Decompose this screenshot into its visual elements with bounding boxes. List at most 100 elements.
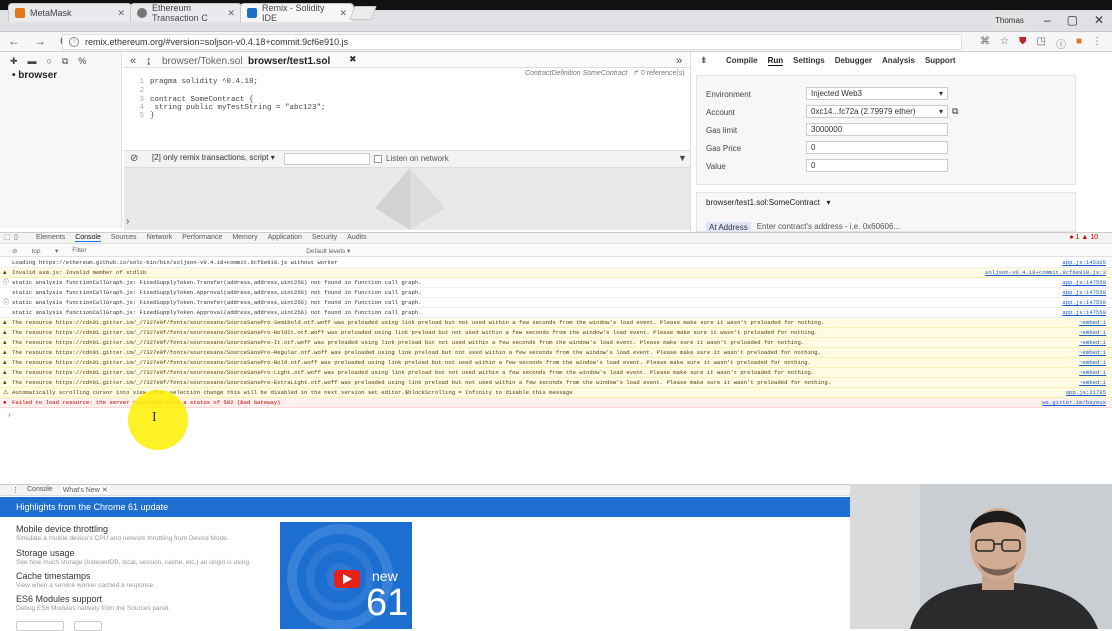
source-link[interactable]: app.js:21785 (1061, 388, 1106, 397)
source-link[interactable]: app.js:147559 (1058, 308, 1106, 317)
close-tab-icon[interactable]: ✕ (117, 8, 125, 19)
clear-console-icon[interactable]: ⊘ (130, 153, 138, 164)
drawer-tab-console[interactable]: Console (27, 486, 53, 494)
source-link[interactable]: app.js:147559 (1058, 298, 1106, 307)
info-icon[interactable]: i (69, 37, 79, 47)
translate-icon[interactable]: ⌘ (980, 36, 990, 51)
console-prompt[interactable]: › (8, 410, 11, 419)
star-icon[interactable]: ☆ (1000, 36, 1009, 51)
source-link[interactable]: soljson-v0.4.18+commit.9cf6e910.js:3 (981, 268, 1106, 277)
gas-price-input[interactable]: 0 (806, 141, 948, 154)
clear-console-icon[interactable]: ⊘ (12, 247, 17, 255)
close-tab-icon[interactable]: ✕ (339, 8, 347, 19)
error-warning-counts[interactable]: ● 1 ▲ 10 (1069, 234, 1098, 241)
devtools-tab-network[interactable]: Network (147, 234, 173, 242)
devtools-tab-audits[interactable]: Audits (347, 234, 366, 242)
copy-address-icon[interactable]: ⧉ (952, 106, 958, 117)
back-button[interactable]: ← (8, 34, 20, 48)
listen-checkbox[interactable] (374, 154, 382, 163)
collapse-terminal-icon[interactable]: ▼ (678, 153, 687, 163)
source-link[interactable]: ~embed:1 (1075, 378, 1106, 387)
browser-tab-metamask[interactable]: MetaMask ✕ (8, 3, 132, 22)
close-button[interactable] (74, 621, 102, 631)
whats-new-title: Highlights from the Chrome 61 update (16, 502, 169, 512)
news-item[interactable]: Cache timestamps View when a service work… (16, 571, 155, 589)
source-link[interactable]: ws.gitter.im/bayeux (1038, 398, 1106, 407)
close-button[interactable]: ✕ (1094, 13, 1104, 27)
news-item[interactable]: Storage usage See how much storage (Index… (16, 548, 251, 566)
console-message: The resource https://cdn01.gitter.im/_/7… (12, 349, 821, 356)
extension-icon[interactable]: ◳ (1037, 36, 1046, 51)
close-editor-tab-icon[interactable]: ✖ (349, 54, 357, 65)
tab-analysis[interactable]: Analysis (882, 56, 915, 66)
contract-select[interactable]: browser/test1.sol:SomeContract ▾ (706, 198, 831, 207)
listen-on-network[interactable]: Listen on network (374, 154, 449, 163)
info-icon[interactable]: ⓘ (1056, 36, 1066, 51)
source-link[interactable]: ~embed:1 (1075, 358, 1106, 367)
forward-button[interactable]: → (34, 34, 46, 48)
tab-support[interactable]: Support (925, 56, 956, 66)
metamask-extension-icon[interactable]: ■ (1076, 36, 1082, 51)
close-tab-icon[interactable]: ✕ (227, 8, 235, 19)
open-folder-icon[interactable]: ▬ (28, 56, 37, 67)
file-tree-root[interactable]: • browser (12, 70, 57, 81)
toggle-panel-icon[interactable]: » (676, 55, 682, 67)
scroll-left-icon[interactable]: « (130, 55, 136, 67)
devtools-tab-security[interactable]: Security (312, 234, 337, 242)
code-editor[interactable]: 1 pragma solidity ^0.4.18; 2 3 contract So… (124, 76, 690, 148)
copy-icon[interactable]: ⧉ (62, 56, 68, 67)
gas-limit-input[interactable]: 3000000 (806, 123, 948, 136)
inspect-icon[interactable]: ⬚ (4, 233, 11, 241)
devtools-tab-console[interactable]: Console (75, 234, 101, 242)
link-icon[interactable]: % (78, 56, 86, 67)
tab-compile[interactable]: Compile (726, 56, 758, 66)
address-bar[interactable]: i remix.ethereum.org/#version=soljson-v0… (62, 34, 962, 50)
devtools-tab-application[interactable]: Application (268, 234, 302, 242)
source-link[interactable]: ~embed:1 (1075, 338, 1106, 347)
devtools-tab-memory[interactable]: Memory (232, 234, 257, 242)
news-item[interactable]: ES6 Modules support Debug ES6 Modules nat… (16, 594, 170, 612)
expand-terminal-icon[interactable]: › (126, 216, 129, 227)
terminal-filter-select[interactable]: [2] only remix transactions, script ▾ (152, 153, 275, 162)
device-toolbar-icon[interactable]: ▯ (14, 233, 18, 241)
source-link[interactable]: app.js:145305 (1058, 258, 1106, 267)
tab-settings[interactable]: Settings (793, 56, 825, 66)
filter-input[interactable]: Filter (72, 247, 292, 255)
source-link[interactable]: app.js:147559 (1058, 288, 1106, 297)
context-select[interactable]: top ▾ (31, 247, 58, 255)
new-file-icon[interactable]: ✚ (10, 56, 18, 67)
editor-tab-test1[interactable]: browser/test1.sol (248, 56, 330, 67)
news-item[interactable]: Mobile device throttling Simulate a mobil… (16, 524, 229, 542)
browser-tab-etherscan[interactable]: Ethereum Transaction C ✕ (130, 3, 242, 23)
value-input[interactable]: 0 (806, 159, 948, 172)
tab-scroll-icon[interactable]: ↨ (146, 55, 152, 67)
devtools-tab-sources[interactable]: Sources (111, 234, 137, 242)
devtools-tab-performance[interactable]: Performance (182, 234, 222, 242)
devtools-tab-elements[interactable]: Elements (36, 234, 65, 242)
tab-run[interactable]: Run (767, 56, 784, 66)
drawer-menu-icon[interactable]: ⋮ (12, 486, 19, 494)
terminal-search-input[interactable] (284, 153, 370, 165)
source-link[interactable]: ~embed:1 (1075, 348, 1106, 357)
drawer-tab-whats-new[interactable]: What's New ✕ (60, 486, 110, 494)
github-icon[interactable]: ○ (47, 56, 52, 67)
profile-name[interactable]: Thomas (991, 14, 1028, 26)
pin-icon[interactable]: ⇟ (700, 55, 708, 66)
browser-tab-remix[interactable]: Remix - Solidity IDE ✕ (240, 3, 354, 23)
environment-select[interactable]: Injected Web3 ▾ (806, 87, 948, 100)
shield-icon[interactable]: ⛊ (1019, 36, 1027, 51)
source-link[interactable]: ~embed:1 (1075, 328, 1106, 337)
source-link[interactable]: ~embed:1 (1075, 368, 1106, 377)
learn-more-button[interactable] (16, 621, 64, 631)
restore-button[interactable]: ▢ (1067, 13, 1078, 27)
tab-debugger[interactable]: Debugger (835, 56, 872, 66)
account-select[interactable]: 0xc14...fc72a (2.79979 ether) ▾ (806, 105, 948, 118)
menu-icon[interactable]: ⋮ (1092, 36, 1102, 51)
log-levels-select[interactable]: Default levels ▾ (306, 247, 350, 255)
source-link[interactable]: app.js:147559 (1058, 278, 1106, 287)
editor-tab-token[interactable]: browser/Token.sol (162, 56, 243, 67)
console-warning-row: ▲ The resource https://cdn01.gitter.im/_/… (0, 378, 1112, 388)
source-link[interactable]: ~embed:1 (1075, 318, 1106, 327)
warning-icon: ▲ (3, 359, 7, 366)
minimize-button[interactable]: – (1044, 13, 1051, 27)
